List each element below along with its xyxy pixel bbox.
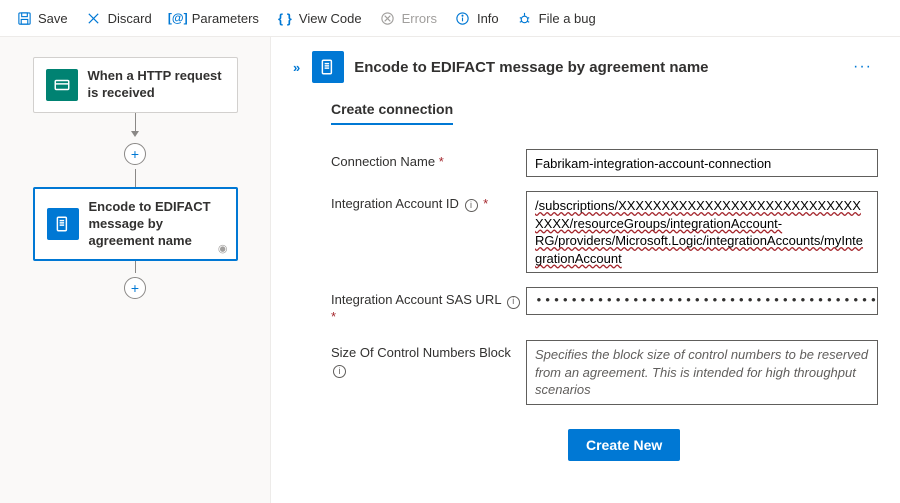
connector-end: + xyxy=(124,261,146,303)
error-icon xyxy=(380,10,396,26)
info-label: Info xyxy=(477,11,499,26)
parameters-icon: [@] xyxy=(170,10,186,26)
collapse-button[interactable]: » xyxy=(289,56,302,79)
save-icon xyxy=(16,10,32,26)
view-code-label: View Code xyxy=(299,11,362,26)
add-step-button[interactable]: + xyxy=(124,277,146,299)
connection-form: Connection Name * Integration Account ID… xyxy=(331,149,878,461)
command-bar: Save Discard [@] Parameters { } View Cod… xyxy=(0,0,900,37)
edifact-icon xyxy=(47,208,79,240)
parameters-button[interactable]: [@] Parameters xyxy=(162,6,267,30)
panel-header: » Encode to EDIFACT message by agreement… xyxy=(289,51,878,83)
main-area: When a HTTP request is received + Encode… xyxy=(0,37,900,503)
label-connection-name: Connection Name * xyxy=(331,149,526,171)
row-integration-account-id: Integration Account ID i * xyxy=(331,191,878,273)
save-button[interactable]: Save xyxy=(8,6,76,30)
designer-canvas: When a HTTP request is received + Encode… xyxy=(0,37,270,503)
action-title: Encode to EDIFACT message by agreement n… xyxy=(89,199,224,250)
peek-icon: ◉ xyxy=(218,242,228,255)
view-code-button[interactable]: { } View Code xyxy=(269,6,370,30)
properties-panel: » Encode to EDIFACT message by agreement… xyxy=(270,37,900,503)
row-connection-name: Connection Name * xyxy=(331,149,878,177)
label-block-size: Size Of Control Numbers Block i xyxy=(331,340,526,379)
trigger-node[interactable]: When a HTTP request is received xyxy=(33,57,238,113)
action-node[interactable]: Encode to EDIFACT message by agreement n… xyxy=(33,187,238,262)
save-label: Save xyxy=(38,11,68,26)
trigger-title: When a HTTP request is received xyxy=(88,68,225,102)
panel-edifact-icon xyxy=(312,51,344,83)
row-block-size: Size Of Control Numbers Block i Specifie… xyxy=(331,340,878,405)
file-bug-label: File a bug xyxy=(539,11,596,26)
info-icon[interactable]: i xyxy=(333,365,346,378)
label-integration-account-id: Integration Account ID i * xyxy=(331,191,526,213)
errors-label: Errors xyxy=(402,11,437,26)
insert-step-button[interactable]: + xyxy=(124,143,146,165)
panel-more-button[interactable]: ··· xyxy=(847,54,878,80)
bug-icon xyxy=(517,10,533,26)
discard-button[interactable]: Discard xyxy=(78,6,160,30)
discard-label: Discard xyxy=(108,11,152,26)
braces-icon: { } xyxy=(277,10,293,26)
info-button[interactable]: Info xyxy=(447,6,507,30)
errors-button: Errors xyxy=(372,6,445,30)
http-request-icon xyxy=(46,69,78,101)
discard-icon xyxy=(86,10,102,26)
connection-name-input[interactable] xyxy=(526,149,878,177)
parameters-label: Parameters xyxy=(192,11,259,26)
info-icon[interactable]: i xyxy=(507,296,520,309)
info-icon xyxy=(455,10,471,26)
tab-create-connection[interactable]: Create connection xyxy=(331,101,453,125)
row-sas-url: Integration Account SAS URL i* •••••••••… xyxy=(331,287,878,326)
create-new-button[interactable]: Create New xyxy=(568,429,680,461)
panel-title: Encode to EDIFACT message by agreement n… xyxy=(354,59,837,76)
file-bug-button[interactable]: File a bug xyxy=(509,6,604,30)
label-sas-url: Integration Account SAS URL i* xyxy=(331,287,526,326)
sas-url-input[interactable]: ••••••••••••••••••••••••••••••••••••••••… xyxy=(526,287,878,315)
block-size-input[interactable]: Specifies the block size of control numb… xyxy=(526,340,878,405)
connector: + xyxy=(124,113,146,187)
info-icon[interactable]: i xyxy=(465,199,478,212)
integration-account-id-input[interactable] xyxy=(526,191,878,273)
